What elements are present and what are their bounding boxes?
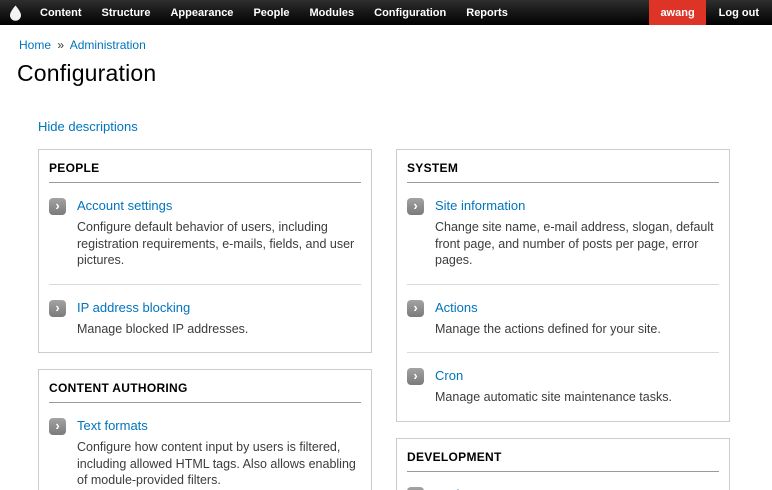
config-link-performance[interactable]: Performance	[435, 487, 509, 490]
username-badge[interactable]: awang	[649, 0, 706, 25]
config-description: Manage automatic site maintenance tasks.	[435, 390, 672, 404]
content-area: Hide descriptions PEOPLE › Account setting…	[0, 103, 772, 490]
panel-people: PEOPLE › Account settings Configure default…	[38, 149, 372, 353]
admin-menu-item-reports[interactable]: Reports	[456, 0, 518, 25]
breadcrumb-administration-link[interactable]: Administration	[70, 38, 146, 52]
config-link-text-formats[interactable]: Text formats	[77, 418, 148, 433]
config-link-cron[interactable]: Cron	[435, 368, 463, 383]
toolbar-user-area: awang Log out	[649, 0, 772, 25]
config-item-text-formats: › Text formats Configure how content input…	[49, 403, 361, 490]
config-item-account-settings: › Account settings Configure default behav…	[49, 183, 361, 284]
config-columns: PEOPLE › Account settings Configure default…	[38, 149, 730, 490]
chevron-right-icon: ›	[407, 486, 424, 490]
panel-title-people: PEOPLE	[49, 150, 361, 183]
page-head: Home » Administration Configuration	[0, 25, 772, 103]
admin-menu-item-people[interactable]: People	[243, 0, 299, 25]
config-description: Manage the actions defined for your site…	[435, 321, 661, 336]
config-item-body: Actions Manage the actions defined for yo…	[435, 299, 719, 338]
config-link-account-settings[interactable]: Account settings	[77, 198, 172, 213]
config-item-body: Text formats Configure how content input …	[77, 417, 361, 489]
config-description: Configure default behavior of users, inc…	[77, 220, 355, 267]
config-item-site-information: › Site information Change site name, e-mai…	[407, 183, 719, 284]
config-item-body: Account settings Configure default behavi…	[77, 197, 361, 269]
breadcrumb-home-link[interactable]: Home	[19, 38, 51, 52]
config-item-ip-address-blocking: › IP address blocking Manage blocked IP ad…	[49, 283, 361, 353]
chevron-right-icon: ›	[407, 368, 424, 385]
panel-title-development: DEVELOPMENT	[407, 439, 719, 472]
admin-menu: Content Structure Appearance People Modules C…	[30, 0, 518, 25]
config-item-body: Cron Manage automatic site maintenance ta…	[435, 367, 719, 406]
panel-content-authoring: CONTENT AUTHORING › Text formats Configure …	[38, 369, 372, 490]
config-item-body: Performance	[435, 486, 719, 490]
config-description: Change site name, e-mail address, slogan…	[435, 220, 714, 267]
page-title: Configuration	[17, 60, 157, 86]
chevron-right-icon: ›	[407, 299, 424, 317]
config-description: Manage blocked IP addresses.	[77, 321, 249, 336]
config-link-site-information[interactable]: Site information	[435, 198, 525, 213]
drupal-admin-configuration-page: Content Structure Appearance People Modules C…	[0, 0, 772, 490]
right-column: SYSTEM › Site information Change site name,…	[396, 149, 730, 490]
panel-development: DEVELOPMENT › Performance	[396, 437, 730, 490]
config-item-cron: › Cron Manage automatic site maintenance t…	[407, 352, 719, 421]
admin-menu-item-structure[interactable]: Structure	[92, 0, 161, 25]
admin-toolbar: Content Structure Appearance People Modules C…	[0, 0, 772, 25]
panel-title-system: SYSTEM	[407, 150, 719, 183]
admin-menu-item-appearance[interactable]: Appearance	[160, 0, 243, 25]
panel-system: SYSTEM › Site information Change site name,…	[396, 149, 730, 422]
config-item-body: Site information Change site name, e-mail…	[435, 197, 719, 269]
config-item-performance: › Performance	[407, 472, 719, 490]
chevron-right-icon: ›	[49, 198, 66, 215]
config-item-actions: › Actions Manage the actions defined for y…	[407, 283, 719, 353]
panel-title-content-authoring: CONTENT AUTHORING	[49, 370, 361, 403]
hide-descriptions-link[interactable]: Hide descriptions	[38, 119, 138, 134]
config-link-ip-address-blocking[interactable]: IP address blocking	[77, 300, 190, 315]
admin-menu-item-content[interactable]: Content	[30, 0, 92, 25]
left-column: PEOPLE › Account settings Configure default…	[38, 149, 372, 490]
chevron-right-icon: ›	[407, 198, 424, 215]
breadcrumb-separator: »	[57, 38, 65, 52]
chevron-right-icon: ›	[49, 299, 66, 317]
config-item-body: IP address blocking Manage blocked IP add…	[77, 299, 361, 338]
drupal-logo-icon[interactable]	[0, 0, 30, 25]
chevron-right-icon: ›	[49, 418, 66, 435]
admin-menu-item-configuration[interactable]: Configuration	[364, 0, 456, 25]
config-description: Configure how content input by users is …	[77, 440, 356, 487]
config-link-actions[interactable]: Actions	[435, 300, 478, 315]
logout-link[interactable]: Log out	[706, 0, 772, 25]
admin-menu-item-modules[interactable]: Modules	[300, 0, 365, 25]
breadcrumb: Home » Administration	[19, 38, 752, 52]
